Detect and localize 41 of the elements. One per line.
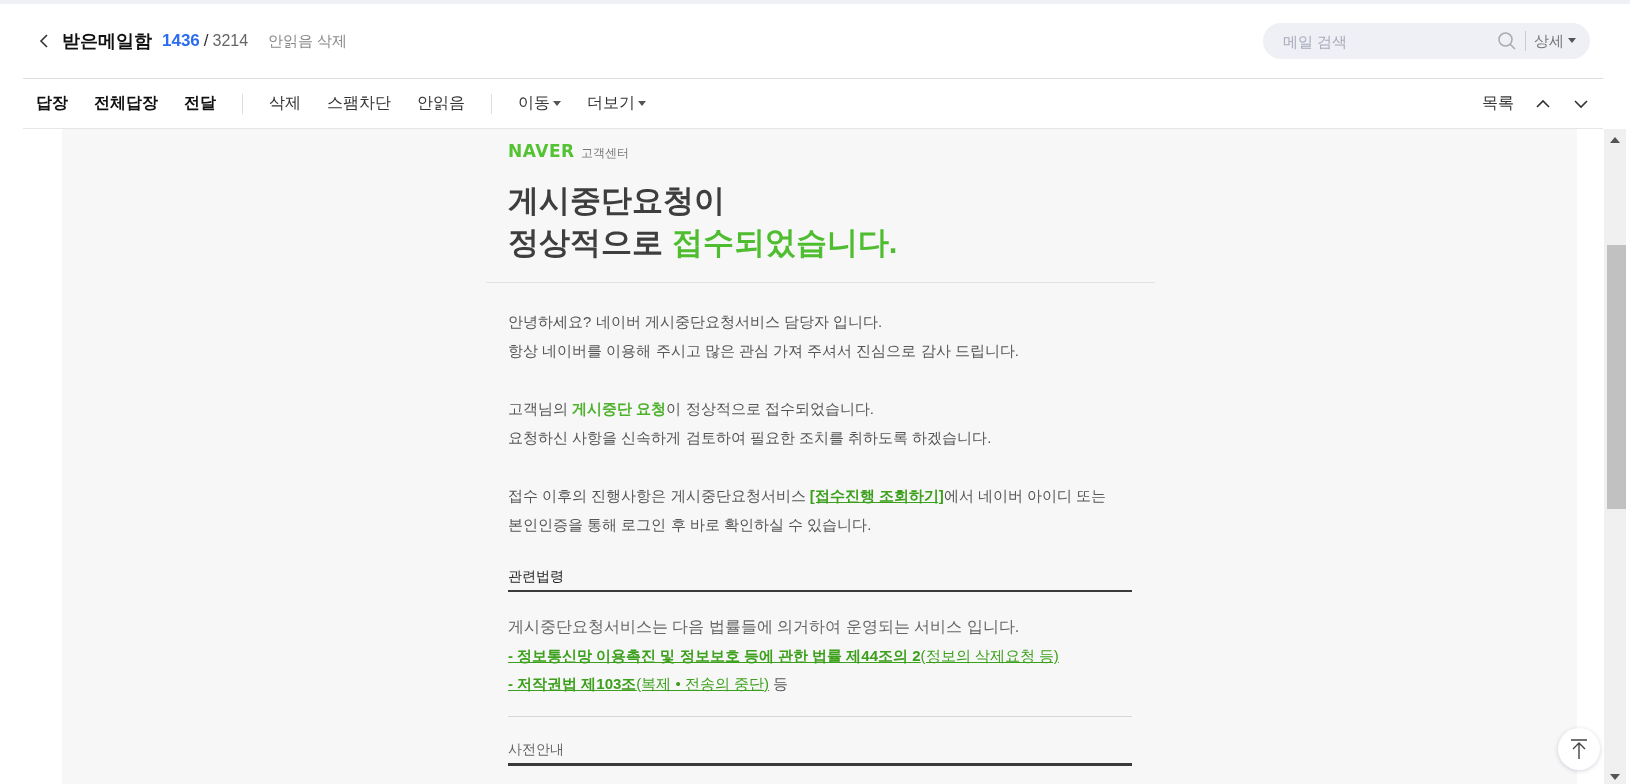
email-title: 정상적으로 접수되었습니다. xyxy=(508,225,898,260)
list-button[interactable]: 목록 xyxy=(1482,93,1514,114)
scroll-to-top-button[interactable] xyxy=(1558,728,1600,770)
law-suffix-text: 등 xyxy=(772,675,789,692)
toolbar-dropdown[interactable]: 더보기 xyxy=(587,93,646,114)
paragraph-text: 본인인증을 통해 로그인 후 바로 확인하실 수 있습니다. xyxy=(508,516,872,533)
scrollbar-track[interactable] xyxy=(1604,129,1626,784)
unread-count: 1436 xyxy=(162,31,200,51)
paragraph-text: 고객님의 게시중단 요청이 정상적으로 접수되었습니다. xyxy=(508,400,874,417)
caret-icon xyxy=(553,100,561,107)
caret-icon xyxy=(1568,38,1576,44)
toolbar-button[interactable]: 전체답장 xyxy=(94,93,158,114)
delete-unread-button[interactable]: 안읽음 삭제 xyxy=(268,31,348,51)
paragraph-text: 요청하신 사항을 신속하게 검토하여 필요한 조치를 취하도록 하겠습니다. xyxy=(508,429,992,446)
scrollbar-thumb[interactable] xyxy=(1607,245,1626,509)
search-icon xyxy=(1497,31,1517,51)
toolbar-button[interactable]: 전달 xyxy=(184,93,216,114)
naver-logo: NAVER xyxy=(508,141,575,161)
back-to-inbox-button[interactable]: 받은메일함 xyxy=(36,29,152,53)
total-count: 3214 xyxy=(212,32,249,50)
scroll-up-arrow-icon[interactable] xyxy=(1610,137,1620,143)
toolbar-button[interactable]: 스팸차단 xyxy=(327,93,391,114)
section-heading: 사전안내 xyxy=(508,741,564,757)
search-detail-button[interactable]: 상세 xyxy=(1534,31,1576,51)
paragraph-text: 항상 네이버를 이용해 주시고 많은 관심 가져 주셔서 진심으로 감사 드립니다. xyxy=(508,342,1019,359)
mail-search-field[interactable]: 메일 검색 상세 xyxy=(1263,23,1590,59)
brand-subtitle: 고객센터 xyxy=(580,145,629,162)
paragraph-text: 접수 이후의 진행사항은 게시중단요청서비스 xyxy=(508,487,807,504)
section-heading: 관련법령 xyxy=(508,568,564,584)
toolbar-button[interactable]: 답장 xyxy=(36,93,68,114)
paragraph-text: 안녕하세요? 네이버 게시중단요청서비스 담당자 입니다. xyxy=(508,313,883,330)
arrow-up-icon xyxy=(1570,739,1588,759)
scroll-down-arrow-icon[interactable] xyxy=(1610,774,1620,780)
toolbar-button[interactable]: 안읽음 xyxy=(417,93,465,114)
paragraph-text: 에서 네이버 아이디 또는 xyxy=(943,487,1107,504)
toolbar-button[interactable]: 삭제 xyxy=(269,93,301,114)
toolbar-dropdown[interactable]: 이동 xyxy=(518,93,561,114)
law-intro-text: 게시중단요청서비스는 다음 법률들에 의거하여 운영되는 서비스 입니다. xyxy=(508,618,1020,635)
email-title: 게시중단요청이 xyxy=(508,183,725,218)
caret-icon xyxy=(638,100,646,107)
count-separator: / xyxy=(203,31,209,51)
